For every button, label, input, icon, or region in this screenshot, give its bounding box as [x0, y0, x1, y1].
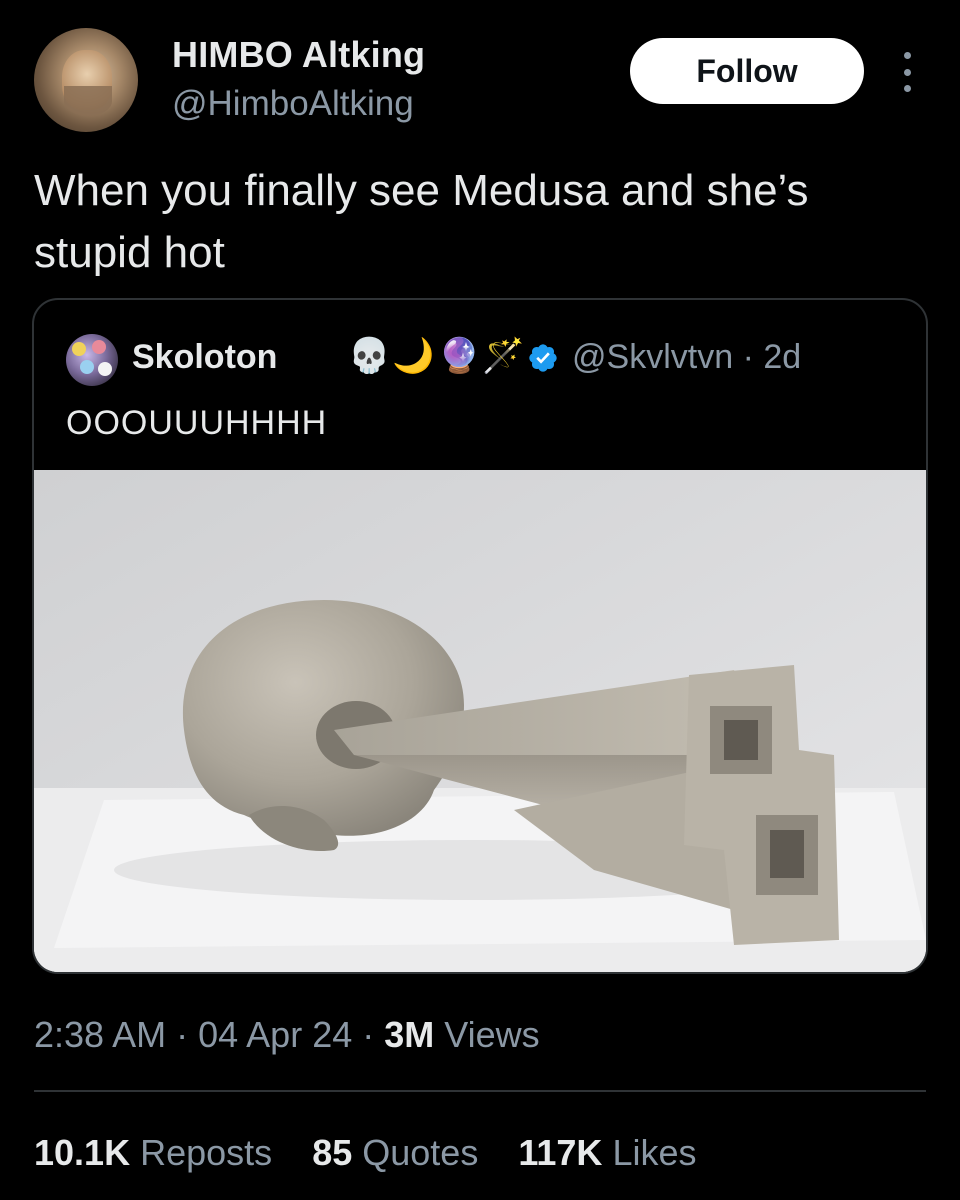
quoted-tweet-text: OOOUUUHHHH — [66, 404, 328, 442]
author-handle[interactable]: @HimboAltking — [172, 84, 414, 124]
avatar-beard — [64, 86, 112, 116]
engagement-stats: 10.1K Reposts 85 Quotes 117K Likes — [34, 1132, 726, 1174]
quoted-age: 2d — [763, 338, 802, 376]
likes-count: 117K — [518, 1132, 603, 1173]
quotes-stat[interactable]: 85 Quotes — [312, 1132, 488, 1173]
meta-separator: · — [362, 1014, 385, 1055]
skull-sculpture-photo — [34, 470, 926, 972]
tweet-time[interactable]: 2:38 AM — [34, 1014, 166, 1055]
quoted-separator: · — [742, 338, 764, 376]
tweet-date[interactable]: 04 Apr 24 — [198, 1014, 352, 1055]
tweet-meta: 2:38 AM · 04 Apr 24 · 3M Views — [34, 1014, 540, 1056]
quoted-tweet-image[interactable] — [34, 470, 926, 972]
author-name[interactable]: HIMBO Altking — [172, 34, 425, 76]
meta-separator: · — [176, 1014, 199, 1055]
reposts-label: Reposts — [140, 1132, 273, 1173]
tweet-text: When you finally see Medusa and she’s st… — [34, 166, 809, 277]
magic-wand-emoji-icon: 🪄 — [482, 337, 525, 375]
crystal-ball-emoji-icon: 🔮 — [438, 337, 481, 375]
views-label: Views — [444, 1014, 540, 1055]
reposts-stat[interactable]: 10.1K Reposts — [34, 1132, 282, 1173]
reposts-count: 10.1K — [34, 1132, 131, 1173]
follow-button[interactable]: Follow — [630, 38, 864, 104]
quoted-handle: @Skvlvtvn — [572, 338, 734, 376]
quoted-handle-and-age[interactable]: @Skvlvtvn · 2d — [572, 338, 801, 377]
moon-emoji-icon: 🌙 — [392, 337, 435, 375]
views-count: 3M — [384, 1014, 435, 1055]
likes-stat[interactable]: 117K Likes — [518, 1132, 696, 1173]
skull-emoji-icon: 💀 — [348, 337, 391, 375]
quoted-avatar[interactable] — [66, 334, 118, 386]
quoted-tweet[interactable]: Skoloton 💀 🌙 🔮 🪄 @Skvlvtvn · 2d OOOUUUHH… — [32, 298, 928, 974]
quotes-label: Quotes — [362, 1132, 479, 1173]
likes-label: Likes — [612, 1132, 697, 1173]
more-options-icon[interactable] — [900, 52, 914, 92]
quoted-author-name[interactable]: Skoloton — [132, 338, 277, 377]
verified-badge-icon — [529, 344, 557, 372]
divider — [34, 1090, 926, 1092]
author-avatar[interactable] — [34, 28, 138, 132]
quotes-count: 85 — [312, 1132, 353, 1173]
